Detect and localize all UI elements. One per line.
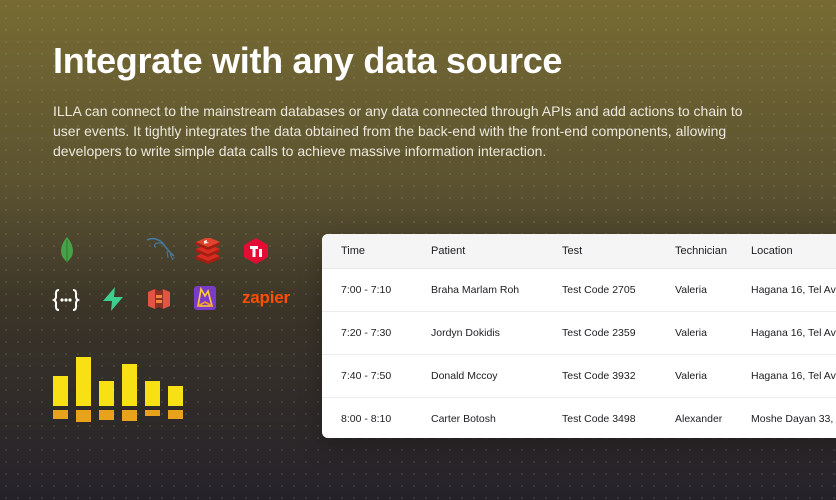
cell-patient: Donald Mccoy [431,370,498,382]
cell-test: Test Code 3932 [562,370,636,382]
cell-location: Hagana 16, Tel Aviv [751,327,836,339]
column-header-test: Test [562,245,583,257]
mysql-icon [144,234,176,262]
table-header-row: Time Patient Test Technician Location [322,234,836,269]
table-row: 7:00 - 7:10 Braha Marlam Roh Test Code 2… [322,269,836,312]
cell-time: 7:40 - 7:50 [341,370,392,382]
firebase-icon [191,284,219,312]
cell-technician: Valeria [675,327,707,339]
cell-patient: Jordyn Dokidis [431,327,500,339]
tidb-icon [242,237,270,265]
cell-test: Test Code 2359 [562,327,636,339]
cell-time: 7:20 - 7:30 [341,327,392,339]
aws-s3-icon [145,285,173,313]
cell-technician: Valeria [675,284,707,296]
cell-time: 7:00 - 7:10 [341,284,392,296]
cell-test: Test Code 3498 [562,413,636,425]
cell-location: Hagana 16, Tel Aviv [751,370,836,382]
mongodb-icon [53,236,81,264]
cell-test: Test Code 2705 [562,284,636,296]
table-row: 7:20 - 7:30 Jordyn Dokidis Test Code 235… [322,312,836,355]
cell-time: 8:00 - 8:10 [341,413,392,425]
page-title: Integrate with any data source [53,40,563,81]
table-row: 7:40 - 7:50 Donald Mccoy Test Code 3932 … [322,355,836,398]
column-header-time: Time [341,245,366,257]
column-header-location: Location [751,245,793,257]
decorative-bar-graphic [53,356,187,426]
cell-technician: Alexander [675,413,723,425]
graphql-rest-icon [52,286,80,314]
column-header-technician: Technician [675,245,727,257]
zapier-logo: zapier [242,288,290,307]
redis-icon [194,237,222,265]
table-row: 8:00 - 8:10 Carter Botosh Test Code 3498… [322,398,836,438]
column-header-patient: Patient [431,245,466,257]
cell-patient: Braha Marlam Roh [431,284,520,296]
cell-technician: Valeria [675,370,707,382]
appointments-table: Time Patient Test Technician Location 7:… [322,234,836,438]
cell-location: Moshe Dayan 33, J [751,413,836,425]
cell-location: Hagana 16, Tel Aviv [751,284,836,296]
hero-description: ILLA can connect to the mainstream datab… [53,103,743,159]
cell-patient: Carter Botosh [431,413,496,425]
supabase-icon [99,285,127,313]
